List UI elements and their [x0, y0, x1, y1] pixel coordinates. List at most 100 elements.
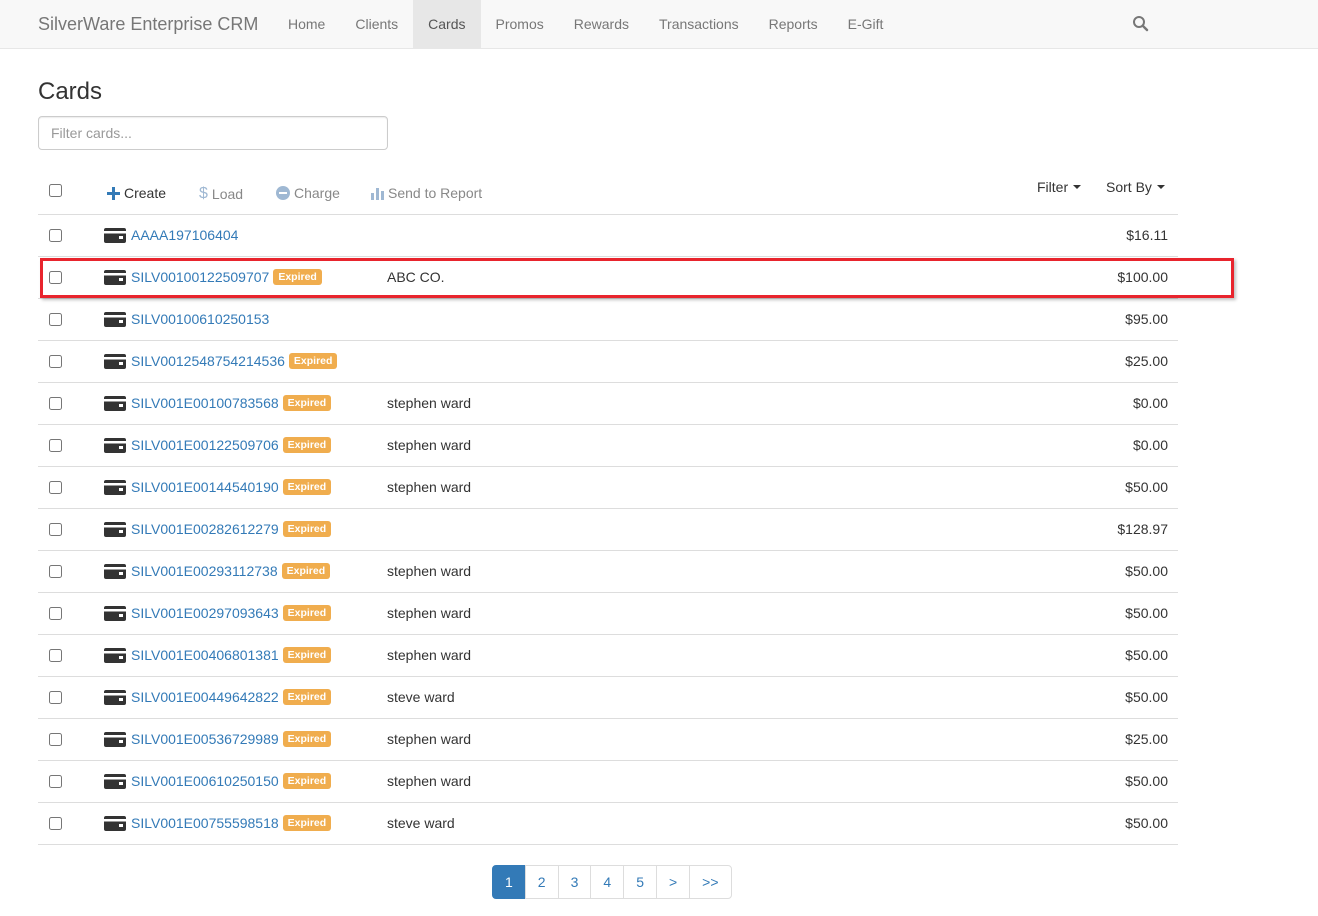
row-checkbox[interactable] [49, 313, 62, 326]
card-number: SILV001E00406801381 [131, 647, 279, 663]
card-number-link[interactable]: SILV001E00297093643 Expired [131, 605, 332, 621]
row-checkbox[interactable] [49, 397, 62, 410]
card-number: SILV001E00293112738 [131, 563, 278, 579]
expired-badge: Expired [282, 731, 332, 747]
card-owner: stephen ward [387, 605, 472, 621]
expired-badge: Expired [281, 563, 331, 579]
brand[interactable]: SilverWare Enterprise CRM [38, 0, 258, 49]
card-owner: stephen ward [387, 395, 472, 411]
row-checkbox[interactable] [49, 565, 62, 578]
row-checkbox[interactable] [49, 523, 62, 536]
card-number-link[interactable]: SILV001E00755598518 Expired [131, 815, 332, 831]
table-row: SILV001E00144540190 Expired stephen ward $5… [38, 467, 1178, 509]
row-checkbox[interactable] [49, 607, 62, 620]
row-checkbox[interactable] [49, 439, 62, 452]
card-balance: $0.00 [1132, 395, 1168, 411]
search-icon[interactable] [1132, 15, 1149, 32]
dollar-icon: $ [199, 185, 208, 202]
card-number-link[interactable]: SILV001E00610250150 Expired [131, 773, 332, 789]
row-checkbox[interactable] [49, 229, 62, 242]
cards-table: Create $ Load Charge Send to Report Filt… [38, 172, 1178, 845]
nav-home[interactable]: Home [273, 0, 340, 49]
filter-cards-input[interactable] [38, 116, 388, 150]
page-5-link[interactable]: 5 [623, 865, 657, 899]
card-number-link[interactable]: SILV001E00100783568 Expired [131, 395, 332, 411]
card-number-link[interactable]: SILV001E00293112738 Expired [131, 563, 331, 579]
send-to-report-button[interactable]: Send to Report [371, 185, 482, 201]
bar-chart-icon [371, 187, 384, 200]
charge-label: Charge [294, 185, 340, 201]
filter-dropdown[interactable]: Filter [1037, 179, 1082, 195]
row-checkbox[interactable] [49, 355, 62, 368]
sort-by-dropdown[interactable]: Sort By [1106, 179, 1165, 195]
card-number: SILV001E00144540190 [131, 479, 279, 495]
credit-card-icon [104, 480, 126, 495]
card-number-link[interactable]: SILV001E00122509706 Expired [131, 437, 332, 453]
card-owner: stephen ward [387, 647, 472, 663]
row-checkbox[interactable] [49, 817, 62, 830]
caret-down-icon [1156, 185, 1165, 189]
table-row: SILV001E00282612279 Expired $128.97 [38, 509, 1178, 551]
credit-card-icon [104, 438, 126, 453]
last-page-link[interactable]: >> [689, 865, 732, 899]
page-3-link[interactable]: 3 [557, 865, 592, 899]
page-2-link[interactable]: 2 [524, 865, 559, 899]
card-number-link[interactable]: SILV001E00449642822 Expired [131, 689, 332, 705]
card-number-link[interactable]: SILV0012548754214536 Expired [131, 353, 338, 369]
expired-badge: Expired [282, 479, 332, 495]
card-balance: $50.00 [1125, 647, 1168, 663]
nav-e-gift[interactable]: E-Gift [833, 0, 899, 49]
card-number: SILV001E00755598518 [131, 815, 279, 831]
credit-card-icon [104, 270, 126, 285]
nav-cards[interactable]: Cards [413, 0, 481, 49]
card-balance: $50.00 [1125, 605, 1168, 621]
nav-clients[interactable]: Clients [340, 0, 413, 49]
card-number-link[interactable]: SILV001E00282612279 Expired [131, 521, 332, 537]
table-row: SILV001E00293112738 Expired stephen ward $5… [38, 551, 1178, 593]
card-owner: stephen ward [387, 731, 472, 747]
card-balance: $0.00 [1132, 437, 1168, 453]
expired-badge: Expired [282, 605, 332, 621]
card-balance: $50.00 [1125, 563, 1168, 579]
expired-badge: Expired [273, 269, 322, 285]
credit-card-icon [104, 228, 126, 243]
next-page-link[interactable]: > [655, 865, 691, 899]
table-header: Create $ Load Charge Send to Report Filt… [38, 172, 1178, 215]
row-checkbox[interactable] [49, 733, 62, 746]
card-number-link[interactable]: SILV001E00536729989 Expired [131, 731, 332, 747]
charge-button[interactable]: Charge [276, 185, 340, 201]
credit-card-icon [104, 816, 126, 831]
card-number-link[interactable]: SILV00100610250153 [131, 311, 269, 327]
card-number-link[interactable]: AAAA197106404 [131, 227, 238, 243]
card-number-link[interactable]: SILV00100122509707 Expired [131, 269, 322, 285]
card-owner: steve ward [387, 689, 455, 705]
select-all-checkbox[interactable] [49, 184, 62, 197]
nav-rewards[interactable]: Rewards [559, 0, 644, 49]
nav-transactions[interactable]: Transactions [644, 0, 754, 49]
nav-reports[interactable]: Reports [754, 0, 833, 49]
card-balance: $16.11 [1126, 227, 1168, 243]
row-checkbox[interactable] [49, 691, 62, 704]
page-1-link[interactable]: 1 [492, 865, 526, 899]
load-button[interactable]: $ Load [199, 185, 243, 203]
credit-card-icon [104, 732, 126, 747]
load-label: Load [211, 186, 244, 202]
caret-down-icon [1073, 185, 1082, 189]
row-checkbox[interactable] [49, 649, 62, 662]
credit-card-icon [104, 774, 126, 789]
row-checkbox[interactable] [49, 271, 62, 284]
card-owner: stephen ward [387, 479, 472, 495]
card-number-link[interactable]: SILV001E00144540190 Expired [131, 479, 332, 495]
create-button[interactable]: Create [107, 185, 166, 201]
card-owner: steve ward [387, 815, 455, 831]
nav-promos[interactable]: Promos [481, 0, 559, 49]
row-checkbox[interactable] [49, 775, 62, 788]
page-4-link[interactable]: 4 [590, 865, 625, 899]
credit-card-icon [104, 648, 126, 663]
card-balance: $128.97 [1117, 521, 1168, 537]
card-number-link[interactable]: SILV001E00406801381 Expired [131, 647, 332, 663]
row-checkbox[interactable] [49, 481, 62, 494]
table-row: SILV001E00536729989 Expired stephen ward $2… [38, 719, 1178, 761]
table-row: SILV0012548754214536 Expired $25.00 [38, 341, 1178, 383]
expired-badge: Expired [282, 815, 332, 831]
